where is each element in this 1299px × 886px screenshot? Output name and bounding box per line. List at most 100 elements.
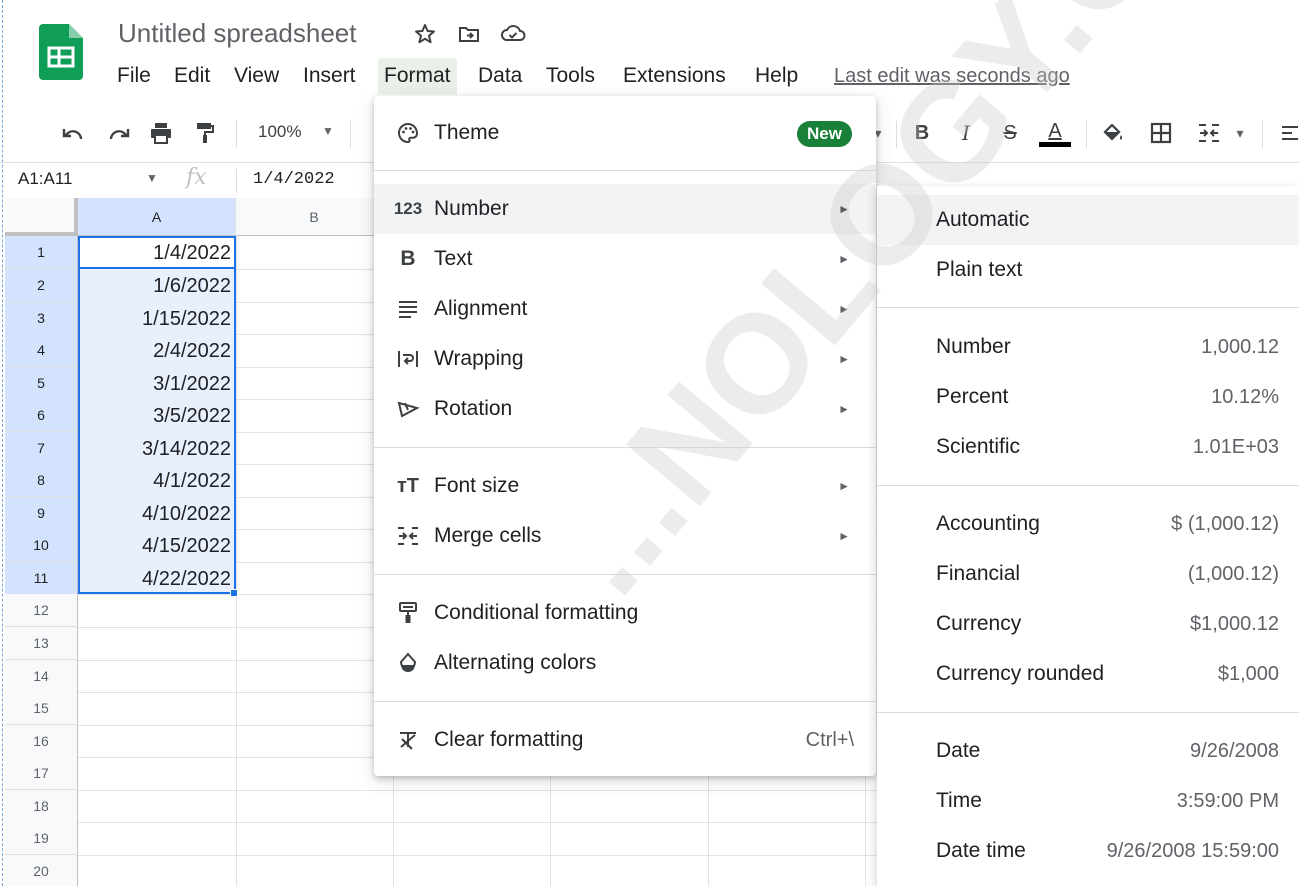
borders-icon[interactable] — [1146, 116, 1176, 150]
number-format-percent[interactable]: Percent 10.12% — [877, 372, 1299, 422]
cloud-status-icon[interactable] — [498, 20, 528, 48]
menu-item-number[interactable]: 123 Number ► — [374, 184, 876, 234]
text-color-icon[interactable]: A — [1038, 116, 1072, 150]
row-header[interactable]: 12 — [5, 594, 78, 627]
number-format-plain-text[interactable]: Plain text — [877, 245, 1299, 295]
move-to-folder-icon[interactable] — [454, 20, 484, 48]
menu-item-alternating-colors[interactable]: Alternating colors — [374, 638, 876, 688]
chevron-down-icon[interactable]: ▼ — [322, 124, 334, 138]
star-icon[interactable] — [410, 20, 440, 48]
row-header[interactable]: 1 — [5, 236, 78, 269]
number-format-time[interactable]: Time 3:59:00 PM — [877, 776, 1299, 826]
number-format-scientific[interactable]: Scientific 1.01E+03 — [877, 422, 1299, 472]
cell-a2[interactable]: 1/6/2022 — [78, 269, 231, 302]
cell-a11[interactable]: 4/22/2022 — [78, 562, 231, 595]
italic-icon[interactable]: I — [952, 116, 980, 150]
submenu-arrow-icon: ► — [838, 402, 850, 416]
cell-a4[interactable]: 2/4/2022 — [78, 334, 231, 367]
zoom-select[interactable]: 100% — [258, 122, 301, 142]
row-header[interactable]: 10 — [5, 529, 78, 562]
number-format-financial[interactable]: Financial (1,000.12) — [877, 549, 1299, 599]
font-size-icon: тT — [396, 474, 419, 497]
row-header[interactable]: 8 — [5, 464, 78, 497]
strikethrough-icon[interactable]: S — [996, 116, 1024, 150]
row-header[interactable]: 19 — [5, 822, 78, 855]
row-header[interactable]: 14 — [5, 660, 78, 693]
undo-icon[interactable] — [58, 116, 88, 150]
clear-format-icon — [394, 726, 422, 754]
chevron-down-icon[interactable]: ▾ — [1232, 116, 1248, 150]
formula-input[interactable]: 1/4/2022 — [253, 170, 335, 189]
cell-a9[interactable]: 4/10/2022 — [78, 497, 231, 530]
menu-item-clear-formatting[interactable]: Clear formatting Ctrl+\ — [374, 715, 876, 765]
cell-a6[interactable]: 3/5/2022 — [78, 399, 231, 432]
fill-color-icon[interactable] — [1098, 116, 1128, 150]
merge-cells-icon[interactable] — [1194, 116, 1224, 150]
row-header[interactable]: 4 — [5, 334, 78, 367]
menu-help[interactable]: Help — [749, 58, 804, 94]
number-format-accounting[interactable]: Accounting $ (1,000.12) — [877, 499, 1299, 549]
menu-extensions[interactable]: Extensions — [617, 58, 732, 94]
cell-a10[interactable]: 4/15/2022 — [78, 529, 231, 562]
chevron-down-icon[interactable]: ▼ — [146, 171, 158, 185]
cell-a3[interactable]: 1/15/2022 — [78, 302, 231, 335]
redo-icon[interactable] — [104, 116, 134, 150]
row-header[interactable]: 9 — [5, 497, 78, 530]
bold-icon[interactable]: B — [908, 116, 936, 150]
menu-item-font-size[interactable]: тT Font size ► — [374, 461, 876, 511]
menu-item-conditional-formatting[interactable]: Conditional formatting — [374, 588, 876, 638]
row-header[interactable]: 17 — [5, 757, 78, 790]
print-icon[interactable] — [146, 116, 176, 150]
menu-item-merge-cells[interactable]: Merge cells ► — [374, 511, 876, 561]
menu-edit[interactable]: Edit — [168, 58, 216, 94]
number-format-date[interactable]: Date 9/26/2008 — [877, 726, 1299, 776]
row-header[interactable]: 7 — [5, 432, 78, 465]
row-header[interactable]: 6 — [5, 399, 78, 432]
cell-a5[interactable]: 3/1/2022 — [78, 367, 231, 400]
number-format-number[interactable]: Number 1,000.12 — [877, 322, 1299, 372]
row-header[interactable]: 20 — [5, 855, 78, 886]
row-header[interactable]: 5 — [5, 367, 78, 400]
menu-data[interactable]: Data — [472, 58, 528, 94]
fx-icon: fx — [186, 165, 207, 190]
menu-tools[interactable]: Tools — [540, 58, 601, 94]
menu-file[interactable]: File — [111, 58, 157, 94]
column-header-b[interactable]: B — [236, 198, 393, 236]
cell-a8[interactable]: 4/1/2022 — [78, 464, 231, 497]
align-icon[interactable] — [1280, 116, 1298, 150]
select-all-corner[interactable] — [5, 198, 78, 236]
menu-item-label: Conditional formatting — [434, 601, 639, 624]
menu-insert[interactable]: Insert — [297, 58, 362, 94]
menu-item-rotation[interactable]: Rotation ► — [374, 384, 876, 434]
number-format-currency[interactable]: Currency $1,000.12 — [877, 599, 1299, 649]
number-format-currency-rounded[interactable]: Currency rounded $1,000 — [877, 649, 1299, 699]
row-header[interactable]: 18 — [5, 790, 78, 823]
submenu-arrow-icon: ► — [838, 202, 850, 216]
paint-format-icon[interactable] — [190, 116, 220, 150]
format-example: $1,000 — [1217, 663, 1279, 685]
fill-handle[interactable] — [230, 589, 238, 597]
row-header[interactable]: 3 — [5, 302, 78, 335]
menu-item-alignment[interactable]: Alignment ► — [374, 284, 876, 334]
cell-a7[interactable]: 3/14/2022 — [78, 432, 231, 465]
row-header[interactable]: 15 — [5, 692, 78, 725]
number-format-date-time[interactable]: Date time 9/26/2008 15:59:00 — [877, 826, 1299, 876]
last-edit-link[interactable]: Last edit was seconds ago — [834, 58, 1070, 94]
row-header[interactable]: 16 — [5, 725, 78, 758]
menu-item-theme[interactable]: Theme New — [374, 108, 876, 158]
cell-a1[interactable]: 1/4/2022 — [78, 236, 231, 269]
menu-format[interactable]: Format — [378, 58, 457, 94]
row-header[interactable]: 11 — [5, 562, 78, 595]
menu-view[interactable]: View — [228, 58, 285, 94]
drop-icon — [394, 649, 422, 677]
format-label: Currency — [936, 612, 1022, 635]
column-header-a[interactable]: A — [78, 198, 236, 236]
document-title[interactable]: Untitled spreadsheet — [118, 18, 356, 49]
name-box[interactable]: A1:A11 — [18, 169, 73, 189]
row-header[interactable]: 13 — [5, 627, 78, 660]
menu-item-wrapping[interactable]: Wrapping ► — [374, 334, 876, 384]
number-format-automatic[interactable]: Automatic — [877, 195, 1299, 245]
row-header[interactable]: 2 — [5, 269, 78, 302]
submenu-arrow-icon: ► — [838, 352, 850, 366]
menu-item-text[interactable]: B Text ► — [374, 234, 876, 284]
